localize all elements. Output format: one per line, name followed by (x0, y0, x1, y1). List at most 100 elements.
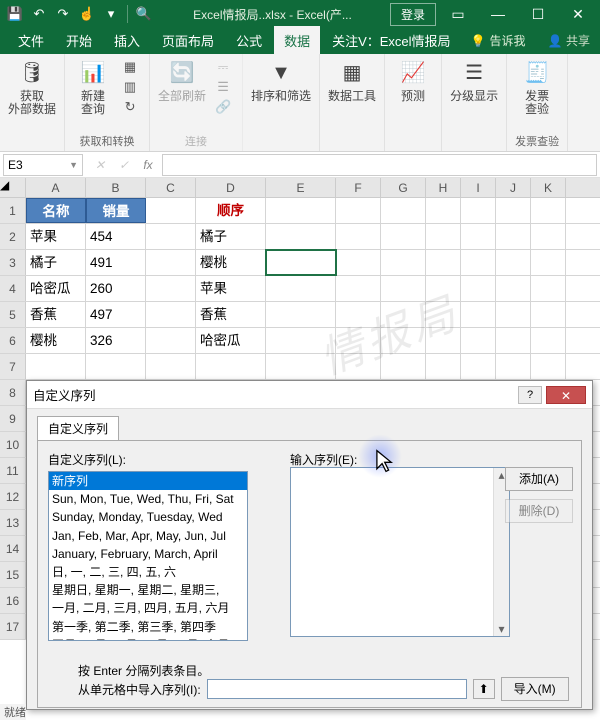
data-tools-button[interactable]: ▦数据工具 (328, 58, 376, 103)
cell-C5[interactable] (146, 302, 196, 327)
cell-F7[interactable] (336, 354, 381, 379)
cell-G1[interactable] (381, 198, 426, 223)
cell-D1[interactable]: 顺序 (196, 198, 266, 223)
tab-layout[interactable]: 页面布局 (152, 26, 224, 54)
invoice-check-button[interactable]: 🧾发票 查验 (517, 58, 557, 116)
col-header-D[interactable]: D (196, 178, 266, 197)
cell-D5[interactable]: 香蕉 (196, 302, 266, 327)
cell-D3[interactable]: 樱桃 (196, 250, 266, 275)
cell-J2[interactable] (496, 224, 531, 249)
formula-bar[interactable] (162, 154, 597, 176)
cell-J3[interactable] (496, 250, 531, 275)
cell-K4[interactable] (531, 276, 566, 301)
maximize-icon[interactable]: ☐ (520, 3, 556, 25)
forecast-button[interactable]: 📈预测 (393, 58, 433, 103)
list-item[interactable]: 正月, 二月, 三月, 四月, 五月, 六月 (49, 636, 247, 641)
row-header[interactable]: 2 (0, 224, 26, 249)
get-external-data-button[interactable]: 🛢获取 外部数据 (8, 58, 56, 116)
cell-I2[interactable] (461, 224, 496, 249)
cell-A6[interactable]: 樱桃 (26, 328, 86, 353)
cell-I7[interactable] (461, 354, 496, 379)
cell-K5[interactable] (531, 302, 566, 327)
cell-B7[interactable] (86, 354, 146, 379)
cell-E3[interactable] (266, 250, 336, 275)
cell-G2[interactable] (381, 224, 426, 249)
cell-I3[interactable] (461, 250, 496, 275)
ribbon-options-icon[interactable]: ▭ (440, 3, 476, 25)
cell-I1[interactable] (461, 198, 496, 223)
cell-A4[interactable]: 哈密瓜 (26, 276, 86, 301)
row-header[interactable]: 11 (0, 458, 26, 483)
col-header-H[interactable]: H (426, 178, 461, 197)
col-header-J[interactable]: J (496, 178, 531, 197)
cell-K1[interactable] (531, 198, 566, 223)
cell-G4[interactable] (381, 276, 426, 301)
col-header-B[interactable]: B (86, 178, 146, 197)
edit-links-icon[interactable]: 🔗 (212, 98, 234, 116)
cell-C2[interactable] (146, 224, 196, 249)
list-item[interactable]: 新序列 (49, 472, 247, 490)
tab-insert[interactable]: 插入 (104, 26, 150, 54)
cell-J6[interactable] (496, 328, 531, 353)
cell-K6[interactable] (531, 328, 566, 353)
add-button[interactable]: 添加(A) (505, 467, 573, 491)
cell-E4[interactable] (266, 276, 336, 301)
row-header[interactable]: 13 (0, 510, 26, 535)
cell-A1[interactable]: 名称 (26, 198, 86, 223)
from-table-icon[interactable]: ▥ (119, 78, 141, 96)
cell-J7[interactable] (496, 354, 531, 379)
tell-me[interactable]: 💡告诉我 (463, 27, 534, 54)
row-header[interactable]: 6 (0, 328, 26, 353)
search-icon[interactable]: 🔍 (133, 3, 155, 25)
minimize-icon[interactable]: — (480, 3, 516, 25)
range-picker-button[interactable]: ⬆ (473, 679, 495, 699)
cell-D2[interactable]: 橘子 (196, 224, 266, 249)
cell-A5[interactable]: 香蕉 (26, 302, 86, 327)
recent-sources-icon[interactable]: ↻ (119, 98, 141, 116)
col-header-E[interactable]: E (266, 178, 336, 197)
cell-H5[interactable] (426, 302, 461, 327)
col-header-A[interactable]: A (26, 178, 86, 197)
list-item[interactable]: 日, 一, 二, 三, 四, 五, 六 (49, 563, 247, 581)
row-header[interactable]: 3 (0, 250, 26, 275)
properties-icon[interactable]: ☰ (212, 78, 234, 96)
row-header[interactable]: 7 (0, 354, 26, 379)
cell-G3[interactable] (381, 250, 426, 275)
cell-H1[interactable] (426, 198, 461, 223)
cell-H4[interactable] (426, 276, 461, 301)
col-header-C[interactable]: C (146, 178, 196, 197)
list-item[interactable]: Jan, Feb, Mar, Apr, May, Jun, Jul (49, 527, 247, 545)
cell-C1[interactable] (146, 198, 196, 223)
row-header[interactable]: 1 (0, 198, 26, 223)
share-button[interactable]: 👤 共享 (538, 27, 600, 54)
cell-G6[interactable] (381, 328, 426, 353)
row-header[interactable]: 16 (0, 588, 26, 613)
cell-F3[interactable] (336, 250, 381, 275)
cell-K7[interactable] (531, 354, 566, 379)
save-icon[interactable]: 💾 (4, 3, 26, 25)
cell-C7[interactable] (146, 354, 196, 379)
cell-A3[interactable]: 橘子 (26, 250, 86, 275)
cell-B5[interactable]: 497 (86, 302, 146, 327)
outline-button[interactable]: ☰分级显示 (450, 58, 498, 103)
qat-more-icon[interactable]: ▾ (100, 3, 122, 25)
row-header[interactable]: 12 (0, 484, 26, 509)
new-query-button[interactable]: 📊新建 查询 (73, 58, 113, 116)
row-header[interactable]: 4 (0, 276, 26, 301)
delete-button[interactable]: 删除(D) (505, 499, 573, 523)
list-item[interactable]: January, February, March, April (49, 545, 247, 563)
cell-G5[interactable] (381, 302, 426, 327)
dialog-close-button[interactable]: ✕ (546, 386, 586, 404)
list-entries-textarea[interactable]: ▴▾ (290, 467, 510, 637)
cell-I4[interactable] (461, 276, 496, 301)
row-header[interactable]: 14 (0, 536, 26, 561)
cell-H6[interactable] (426, 328, 461, 353)
import-range-input[interactable] (207, 679, 467, 699)
tab-formulas[interactable]: 公式 (226, 26, 272, 54)
cell-K3[interactable] (531, 250, 566, 275)
cell-H7[interactable] (426, 354, 461, 379)
list-item[interactable]: 一月, 二月, 三月, 四月, 五月, 六月 (49, 599, 247, 617)
row-header[interactable]: 9 (0, 406, 26, 431)
cell-D7[interactable] (196, 354, 266, 379)
cell-H3[interactable] (426, 250, 461, 275)
